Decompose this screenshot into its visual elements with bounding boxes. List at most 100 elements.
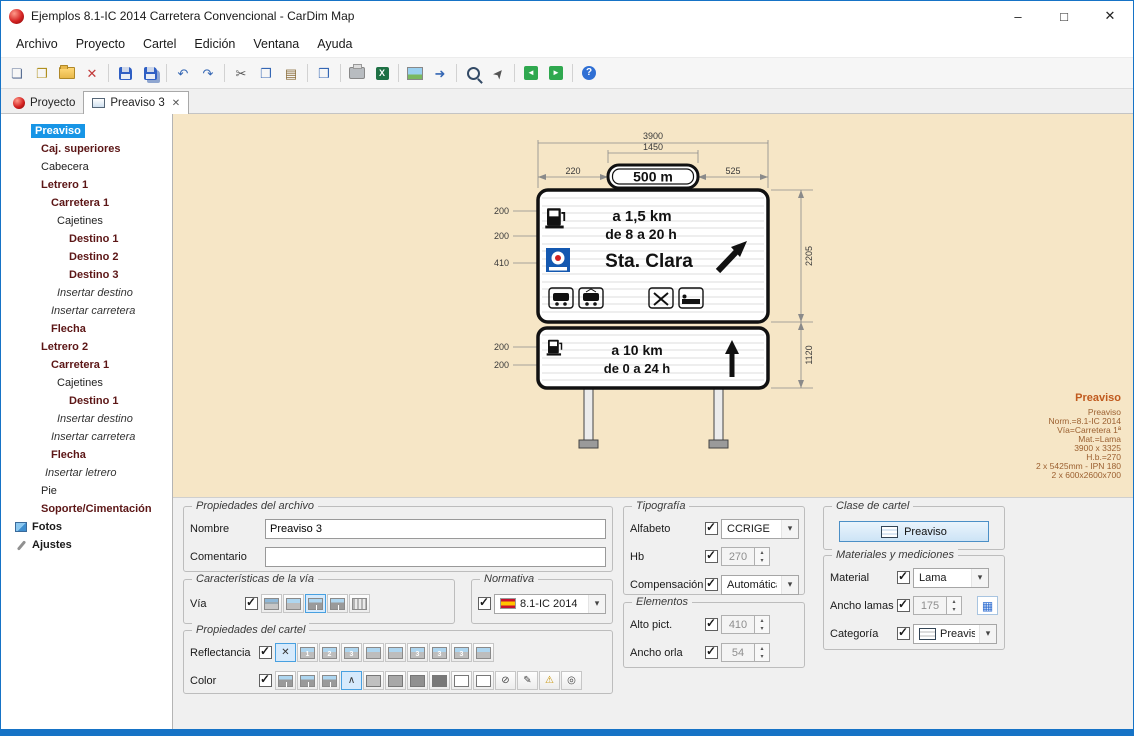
reflectance-option-6-button[interactable]	[385, 643, 406, 662]
ancho-orla-spinner[interactable]: 54	[721, 643, 770, 662]
nav-back-button[interactable]: ◄	[519, 62, 543, 85]
tree-item-flecha-2[interactable]: Flecha	[1, 446, 172, 464]
delete-button[interactable]: ✕	[80, 62, 104, 85]
tree-item-carretera-1b[interactable]: Carretera 1	[1, 356, 172, 374]
export-button[interactable]: ➜	[428, 62, 452, 85]
normativa-checkbox[interactable]	[478, 597, 491, 610]
new-document-button[interactable]: ❏	[5, 62, 29, 85]
close-button[interactable]: ✕	[1087, 1, 1133, 31]
export-image-button[interactable]	[403, 62, 427, 85]
menu-archivo[interactable]: Archivo	[7, 33, 67, 55]
spinner-arrows[interactable]	[947, 596, 962, 615]
color-option-7-button[interactable]	[407, 671, 428, 690]
new-cartel-button[interactable]: ❐	[30, 62, 54, 85]
menu-proyecto[interactable]: Proyecto	[67, 33, 134, 55]
color-option-3-button[interactable]	[319, 671, 340, 690]
categoria-dropdown[interactable]: Preaviso	[913, 624, 997, 644]
tree-item-destino-1b[interactable]: Destino 1	[1, 392, 172, 410]
tree-item-insertar-carretera[interactable]: Insertar carretera	[1, 302, 172, 320]
material-dropdown[interactable]: Lama	[913, 568, 989, 588]
tab-preaviso-3[interactable]: Preaviso 3 ✕	[83, 91, 189, 114]
reflectance-option-8-button[interactable]: 3	[429, 643, 450, 662]
color-option-10-button[interactable]	[473, 671, 494, 690]
copy-drawing-button[interactable]: ❒	[312, 62, 336, 85]
tree-item-destino-1[interactable]: Destino 1	[1, 230, 172, 248]
reflectance-option-3-button[interactable]: 2	[319, 643, 340, 662]
color-option-12-button[interactable]: ✎	[517, 671, 538, 690]
tree-item-cajetines[interactable]: Cajetines	[1, 212, 172, 230]
tree-item-carretera-1[interactable]: Carretera 1	[1, 194, 172, 212]
cut-button[interactable]: ✂	[229, 62, 253, 85]
alfabeto-dropdown[interactable]: CCRIGE	[721, 519, 799, 539]
color-option-1-button[interactable]	[275, 671, 296, 690]
tree-item-ajustes[interactable]: Ajustes	[1, 536, 172, 554]
help-button[interactable]: ?	[577, 62, 601, 85]
color-option-11-button[interactable]: ⊘	[495, 671, 516, 690]
save-all-button[interactable]	[138, 62, 162, 85]
reflectance-option-1-button[interactable]: ✕	[275, 643, 296, 662]
export-excel-button[interactable]: X	[370, 62, 394, 85]
pointer-tool-button[interactable]: ➤	[486, 62, 510, 85]
ancho-lamas-spinner[interactable]: 175	[913, 596, 962, 615]
color-option-5-button[interactable]	[363, 671, 384, 690]
open-button[interactable]	[55, 62, 79, 85]
nav-forward-button[interactable]: ►	[544, 62, 568, 85]
ancho-orla-checkbox[interactable]	[705, 646, 718, 659]
tree-item-destino-2[interactable]: Destino 2	[1, 248, 172, 266]
tree-item-insertar-destino-2[interactable]: Insertar destino	[1, 410, 172, 428]
reflectance-option-9-button[interactable]: 3	[451, 643, 472, 662]
sign-canvas[interactable]: 3900 1450 220 525 200 200 410 200 200 22…	[173, 114, 1133, 498]
color-option-9-button[interactable]	[451, 671, 472, 690]
mediciones-button[interactable]: ▦	[977, 596, 998, 615]
compensacion-dropdown[interactable]: Automática	[721, 575, 799, 595]
color-option-4-button[interactable]: ∧	[341, 671, 362, 690]
clase-preaviso-button[interactable]: Preaviso	[839, 521, 989, 542]
spinner-arrows[interactable]	[755, 615, 770, 634]
alto-pict-spinner[interactable]: 410	[721, 615, 770, 634]
normativa-dropdown[interactable]: 8.1-IC 2014	[494, 594, 606, 614]
reflectance-option-7-button[interactable]: 3	[407, 643, 428, 662]
tree-item-cabecera[interactable]: Cabecera	[1, 158, 172, 176]
color-option-6-button[interactable]	[385, 671, 406, 690]
zoom-hq-button[interactable]	[461, 62, 485, 85]
tree-item-insertar-carretera-2[interactable]: Insertar carretera	[1, 428, 172, 446]
categoria-checkbox[interactable]	[897, 627, 910, 640]
tree-item-insertar-letrero[interactable]: Insertar letrero	[1, 464, 172, 482]
copy-button[interactable]: ❐	[254, 62, 278, 85]
tree-item-soporte-cimentacion[interactable]: Soporte/Cimentación	[1, 500, 172, 518]
tree-item-pie[interactable]: Pie	[1, 482, 172, 500]
menu-ventana[interactable]: Ventana	[244, 33, 308, 55]
menu-edicion[interactable]: Edición	[185, 33, 244, 55]
tree-item-insertar-destino[interactable]: Insertar destino	[1, 284, 172, 302]
reflectance-option-10-button[interactable]	[473, 643, 494, 662]
minimize-button[interactable]: –	[995, 1, 1041, 31]
paste-button[interactable]: ▤	[279, 62, 303, 85]
tree-item-letrero-2[interactable]: Letrero 2	[1, 338, 172, 356]
menu-ayuda[interactable]: Ayuda	[308, 33, 361, 55]
tree-item-letrero-1[interactable]: Letrero 1	[1, 176, 172, 194]
color-option-13-button[interactable]: ⚠	[539, 671, 560, 690]
tree-item-preaviso[interactable]: Preaviso	[1, 122, 172, 140]
alfabeto-checkbox[interactable]	[705, 522, 718, 535]
via-option-5-button[interactable]	[349, 594, 370, 613]
save-button[interactable]	[113, 62, 137, 85]
via-option-4-button[interactable]	[327, 594, 348, 613]
via-option-3-button[interactable]	[305, 594, 326, 613]
via-option-1-button[interactable]	[261, 594, 282, 613]
tree-item-flecha[interactable]: Flecha	[1, 320, 172, 338]
spinner-arrows[interactable]	[755, 547, 770, 566]
reflectance-option-2-button[interactable]: 1	[297, 643, 318, 662]
print-button[interactable]	[345, 62, 369, 85]
nombre-input[interactable]	[265, 519, 606, 539]
ancho-lamas-checkbox[interactable]	[897, 599, 910, 612]
comentario-input[interactable]	[265, 547, 606, 567]
tab-proyecto[interactable]: Proyecto	[5, 92, 83, 113]
undo-button[interactable]: ↶	[171, 62, 195, 85]
menu-cartel[interactable]: Cartel	[134, 33, 185, 55]
tree-item-caj-superiores[interactable]: Caj. superiores	[1, 140, 172, 158]
via-checkbox[interactable]	[245, 597, 258, 610]
spinner-arrows[interactable]	[755, 643, 770, 662]
color-option-8-button[interactable]	[429, 671, 450, 690]
color-option-2-button[interactable]	[297, 671, 318, 690]
via-option-2-button[interactable]	[283, 594, 304, 613]
